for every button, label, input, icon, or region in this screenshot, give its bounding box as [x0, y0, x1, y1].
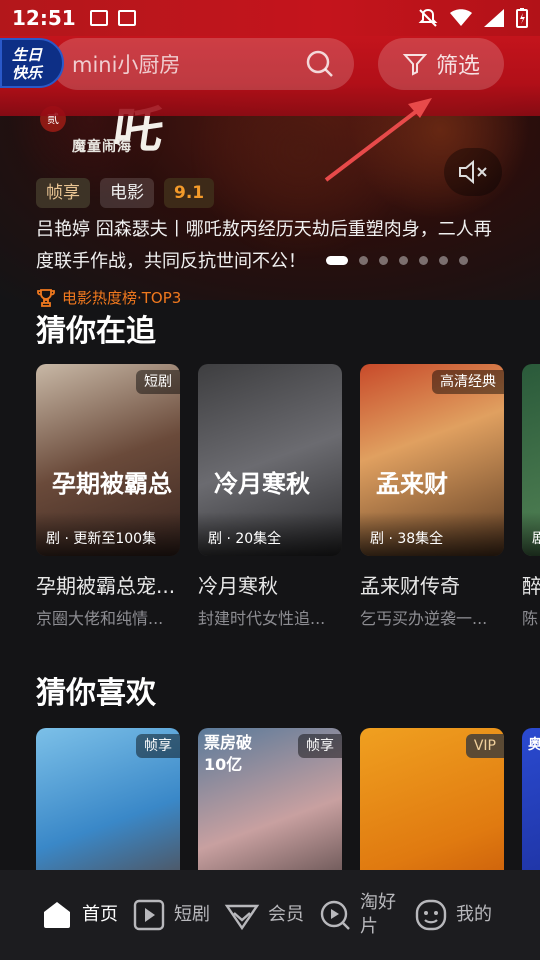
drama-poster[interactable]: 短剧 孕期被霸总 剧 · 更新至100集 — [36, 364, 180, 556]
poster-title-art: 孕期被霸总 — [52, 469, 172, 498]
card-title[interactable]: 孟来财传奇 — [360, 570, 504, 599]
carousel-indicator — [326, 256, 468, 265]
drama-card[interactable]: 短剧 孕期被霸总 剧 · 更新至100集 孕期被霸总宠... 京圈大佬和纯情..… — [36, 364, 180, 629]
status-time: 12:51 — [12, 6, 76, 30]
hero-description: 吕艳婷 囧森瑟夫丨哪吒敖丙经历天劫后重塑肉身，二人再度联手作战，共同反抗世间不公… — [36, 219, 492, 272]
carousel-dot — [359, 256, 368, 265]
carousel-dot — [399, 256, 408, 265]
tag-movie: 电影 — [100, 178, 154, 208]
app-notification-icon — [117, 10, 136, 26]
carousel-dot — [419, 256, 428, 265]
box-office-label: 票房破 10亿 — [204, 732, 252, 776]
nav-shorts-label: 短剧 — [174, 904, 210, 925]
nav-vip-label: 会员 — [268, 904, 304, 925]
card-title[interactable]: 醉 — [522, 570, 540, 599]
search-bar[interactable]: mini小厨房 — [52, 38, 354, 90]
card-subtitle: 京圈大佬和纯情... — [36, 609, 164, 628]
corner-badge: 帧享 — [298, 734, 342, 758]
diamond-icon — [224, 904, 260, 931]
poster-label: 奥 — [528, 737, 540, 753]
section-title-like: 猜你喜欢 — [36, 676, 156, 711]
nav-home-label: 首页 — [82, 904, 118, 925]
drama-card[interactable]: 冷月寒秋 剧 · 20集全 冷月寒秋 封建时代女性追... — [198, 364, 342, 629]
card-subtitle: 陈 — [522, 609, 539, 628]
search-play-icon — [320, 900, 350, 930]
hero-tags: 帧享 电影 9.1 — [36, 178, 215, 208]
gallery-icon — [89, 10, 108, 26]
carousel-dot-active — [326, 256, 348, 265]
bottom-nav: 首页 短剧 会员 淘好片 我的 — [0, 870, 540, 960]
nav-mine-label: 我的 — [456, 904, 492, 925]
birthday-line-1: 生日 — [12, 46, 43, 64]
corner-badge: 高清经典 — [432, 370, 504, 394]
drama-poster[interactable]: 高清经典 孟来财 剧 · 38集全 — [360, 364, 504, 556]
rank-label[interactable]: 电影热度榜·TOP3 — [36, 287, 181, 308]
poster-title-art: 冷月寒秋 — [214, 469, 310, 498]
tag-frame: 帧享 — [36, 178, 90, 208]
nav-home[interactable]: 首页 — [40, 898, 118, 932]
speaker-mute-icon — [459, 159, 487, 185]
carousel-dot — [379, 256, 388, 265]
birthday-badge[interactable]: 生日 快乐 — [0, 38, 64, 88]
home-icon — [44, 902, 70, 928]
wifi-icon — [450, 9, 472, 26]
carousel-dot — [459, 256, 468, 265]
drama-card[interactable]: 高清经典 孟来财 剧 · 38集全 孟来财传奇 乞丐买办逆袭一... — [360, 364, 504, 629]
filter-icon — [402, 54, 428, 76]
search-placeholder: mini小厨房 — [72, 53, 181, 77]
vip-badge: VIP — [465, 734, 504, 758]
logo-subtitle: 魔童闹海 — [72, 139, 132, 155]
drama-card-peek[interactable]: 剧 醉 陈 — [522, 364, 540, 629]
rank-text: 电影热度榜·TOP3 — [62, 289, 182, 307]
drama-poster[interactable]: 冷月寒秋 剧 · 20集全 — [198, 364, 342, 556]
episode-info: 剧 · 更新至100集 — [36, 512, 180, 556]
box-office-line-2: 10亿 — [204, 755, 243, 774]
following-row[interactable]: 短剧 孕期被霸总 剧 · 更新至100集 孕期被霸总宠... 京圈大佬和纯情..… — [36, 364, 504, 629]
filter-label: 筛选 — [435, 54, 480, 79]
card-title[interactable]: 孕期被霸总宠... — [36, 570, 180, 599]
nav-shop-label: 淘好片 — [360, 892, 396, 937]
episode-info: 剧 · 38集全 — [360, 512, 504, 556]
card-subtitle: 乞丐买办逆袭一... — [360, 609, 488, 628]
corner-badge: 帧享 — [136, 734, 180, 758]
status-bar: 12:51 — [0, 0, 540, 36]
face-icon — [415, 899, 447, 931]
filter-button[interactable]: 筛选 — [378, 38, 504, 90]
poster-title-art: 孟来财 — [376, 469, 448, 498]
section-title-following: 猜你在追 — [36, 314, 156, 349]
card-subtitle: 封建时代女性追... — [198, 609, 326, 628]
carousel-dot — [439, 256, 448, 265]
card-title[interactable]: 冷月寒秋 — [198, 570, 342, 599]
play-square-icon — [133, 899, 165, 931]
corner-badge: 短剧 — [136, 370, 180, 394]
search-icon[interactable] — [306, 50, 334, 78]
mute-button[interactable] — [444, 148, 502, 196]
mute-bell-icon — [418, 8, 438, 27]
battery-icon — [516, 8, 528, 28]
episode-info: 剧 · 20集全 — [198, 512, 342, 556]
nav-shop[interactable]: 淘好片 — [318, 891, 400, 939]
tag-score: 9.1 — [164, 178, 215, 208]
birthday-line-2: 快乐 — [12, 64, 43, 82]
episode-info: 剧 — [522, 512, 540, 556]
trophy-icon — [37, 288, 55, 307]
nav-vip[interactable]: 会员 — [224, 898, 304, 932]
box-office-line-1: 票房破 — [204, 733, 253, 752]
nav-mine[interactable]: 我的 — [414, 898, 492, 932]
nav-shorts[interactable]: 短剧 — [132, 898, 210, 932]
drama-poster[interactable]: 剧 — [522, 364, 540, 556]
signal-icon — [484, 9, 504, 27]
